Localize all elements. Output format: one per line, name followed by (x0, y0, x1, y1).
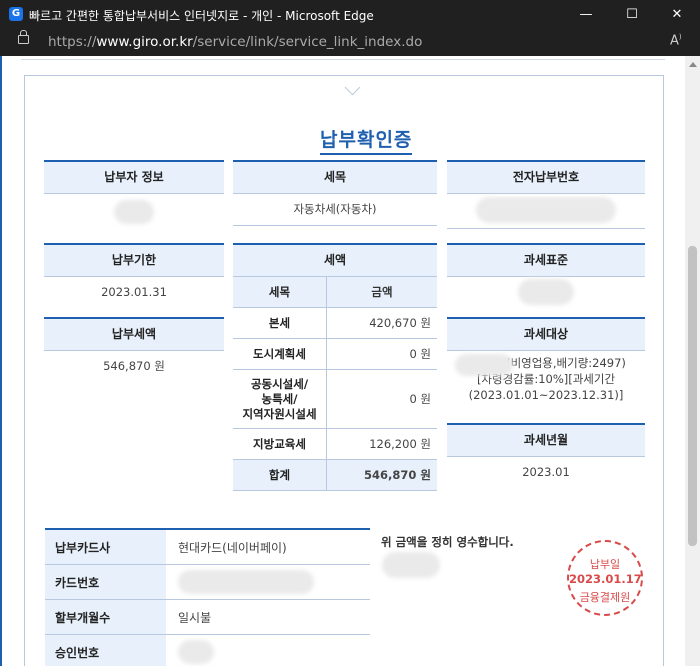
card-company-label: 납부카드사 (45, 529, 166, 565)
window-title: 빠르고 간편한 통합납부서비스 인터넷지로 - 개인 - Microsoft E… (29, 9, 374, 23)
payer-info-value (44, 194, 224, 232)
window-titlebar: G 빠르고 간편한 통합납부서비스 인터넷지로 - 개인 - Microsoft… (0, 0, 700, 29)
maximize-icon: ☐ (626, 7, 638, 22)
close-button[interactable]: ✕ (654, 0, 700, 29)
table-row: 납부카드사 현대카드(네이버페이) (45, 529, 370, 565)
approval-value (166, 634, 370, 666)
stamp-org: 금융결제원 (579, 591, 631, 604)
redacted-electronic-no (476, 197, 616, 223)
card-number-label: 카드번호 (45, 564, 166, 600)
row-item: 지방교육세 (233, 428, 327, 460)
tax-item-value: 자동차세(자동차) (233, 194, 437, 226)
page-title: 납부확인증 (320, 125, 413, 155)
tax-amount-header: 세액 (233, 245, 437, 277)
redacted-payer (114, 200, 154, 224)
installment-label: 할부개월수 (45, 599, 166, 635)
tax-object-header: 과세대상 (447, 319, 645, 351)
paid-amount-value: 546,870 원 (103, 359, 165, 373)
tax-standard-value (447, 277, 645, 309)
table-row: 공동시설세/ 농특세/ 지역자원시설세 0 원 (233, 369, 437, 429)
table-row: 본세 420,670 원 (233, 307, 437, 339)
top-divider (21, 56, 665, 60)
frame-notch (344, 79, 361, 96)
table-row: 지방교육세 126,200 원 (233, 428, 437, 460)
table-row: 할부개월수 일시불 (45, 599, 370, 635)
stamp-label: 납부일 (589, 558, 621, 571)
electronic-no-box: 전자납부번호 (447, 160, 645, 229)
close-icon: ✕ (671, 7, 683, 22)
address-bar[interactable]: https://www.giro.or.kr/service/link/serv… (0, 29, 700, 56)
giro-logo-icon: G (9, 7, 23, 21)
receipt-text: 위 금액을 정히 영수합니다. (381, 535, 514, 549)
receipt-frame: 납부확인증 납부자 정보 세목 자동차세(자동차) 전자납부번호 납부기한 20… (24, 75, 664, 666)
tax-year-month-box: 과세년월 2023.01 (447, 423, 645, 487)
vertical-scrollbar[interactable] (685, 56, 700, 666)
tax-amount-table: 세목 금액 본세 420,670 원 도시계획세 0 원 공동시설세/ 농특세/… (233, 277, 437, 491)
paid-amount-box: 납부세액 546,870 원 (44, 317, 224, 381)
payer-info-box: 납부자 정보 (44, 160, 224, 232)
minimize-button[interactable]: — (563, 0, 609, 29)
lock-icon (18, 30, 29, 44)
stamp-date: 2023.01.17 (569, 572, 642, 586)
table-row: 카드번호 (45, 564, 370, 600)
table-row: 도시계획세 0 원 (233, 338, 437, 370)
card-number-value (166, 564, 370, 600)
due-date-header: 납부기한 (44, 245, 224, 277)
scrollbar-thumb[interactable] (688, 246, 697, 546)
col-item-header: 세목 (233, 277, 327, 308)
payer-info-header: 납부자 정보 (44, 162, 224, 194)
tax-item-header: 세목 (233, 162, 437, 194)
tax-year-month-value: 2023.01 (522, 465, 570, 479)
tax-amount-box: 세액 세목 금액 본세 420,670 원 도시계획세 0 원 공동시설세/ 농… (233, 243, 437, 491)
due-date-box: 납부기한 2023.01.31 (44, 243, 224, 307)
tax-year-month-header: 과세년월 (447, 425, 645, 457)
card-info-table: 납부카드사 현대카드(네이버페이) 카드번호 할부개월수 일시불 승인번호 (45, 528, 370, 666)
maximize-button[interactable]: ☐ (609, 0, 655, 29)
tax-table-header-row: 세목 금액 (233, 277, 437, 308)
row-item: 본세 (233, 307, 327, 339)
url-text[interactable]: https://www.giro.or.kr/service/link/serv… (48, 34, 422, 50)
row-amount: 0 원 (326, 369, 437, 429)
redacted-signature (382, 552, 440, 578)
redacted-card-number (178, 570, 314, 594)
tax-object-value: (비영업용,배기량:2497) [차령경감률:10%][과세기간 (2023.0… (447, 351, 645, 413)
due-date-value: 2023.01.31 (101, 285, 167, 299)
card-company-value: 현대카드(네이버페이) (166, 529, 370, 565)
row-amount: 126,200 원 (326, 428, 437, 460)
payment-stamp: 납부일 2023.01.17 금융결제원 (567, 540, 643, 616)
approval-label: 승인번호 (45, 634, 166, 666)
col-amount-header: 금액 (326, 277, 437, 308)
installment-value: 일시불 (166, 599, 370, 635)
total-value: 546,870 원 (326, 459, 437, 491)
redacted-vehicle (455, 354, 513, 376)
tax-standard-box: 과세표준 (447, 243, 645, 309)
total-label: 합계 (233, 459, 327, 491)
row-amount: 0 원 (326, 338, 437, 370)
electronic-no-header: 전자납부번호 (447, 162, 645, 194)
redacted-approval-number (178, 640, 214, 664)
read-aloud-icon[interactable]: A) (670, 33, 682, 48)
electronic-no-value (447, 194, 645, 229)
row-amount: 420,670 원 (326, 307, 437, 339)
tax-standard-header: 과세표준 (447, 245, 645, 277)
page-content: 납부확인증 납부자 정보 세목 자동차세(자동차) 전자납부번호 납부기한 20… (0, 56, 687, 666)
tax-item-box: 세목 자동차세(자동차) (233, 160, 437, 226)
row-item: 도시계획세 (233, 338, 327, 370)
paid-amount-header: 납부세액 (44, 319, 224, 351)
total-row: 합계 546,870 원 (233, 459, 437, 491)
minimize-icon: — (579, 7, 593, 22)
redacted-tax-standard (518, 279, 574, 305)
scroll-up-icon[interactable] (689, 62, 697, 67)
table-row: 승인번호 (45, 634, 370, 666)
tax-object-box: 과세대상 (비영업용,배기량:2497) [차령경감률:10%][과세기간 (2… (447, 317, 645, 413)
row-item: 공동시설세/ 농특세/ 지역자원시설세 (233, 369, 327, 429)
